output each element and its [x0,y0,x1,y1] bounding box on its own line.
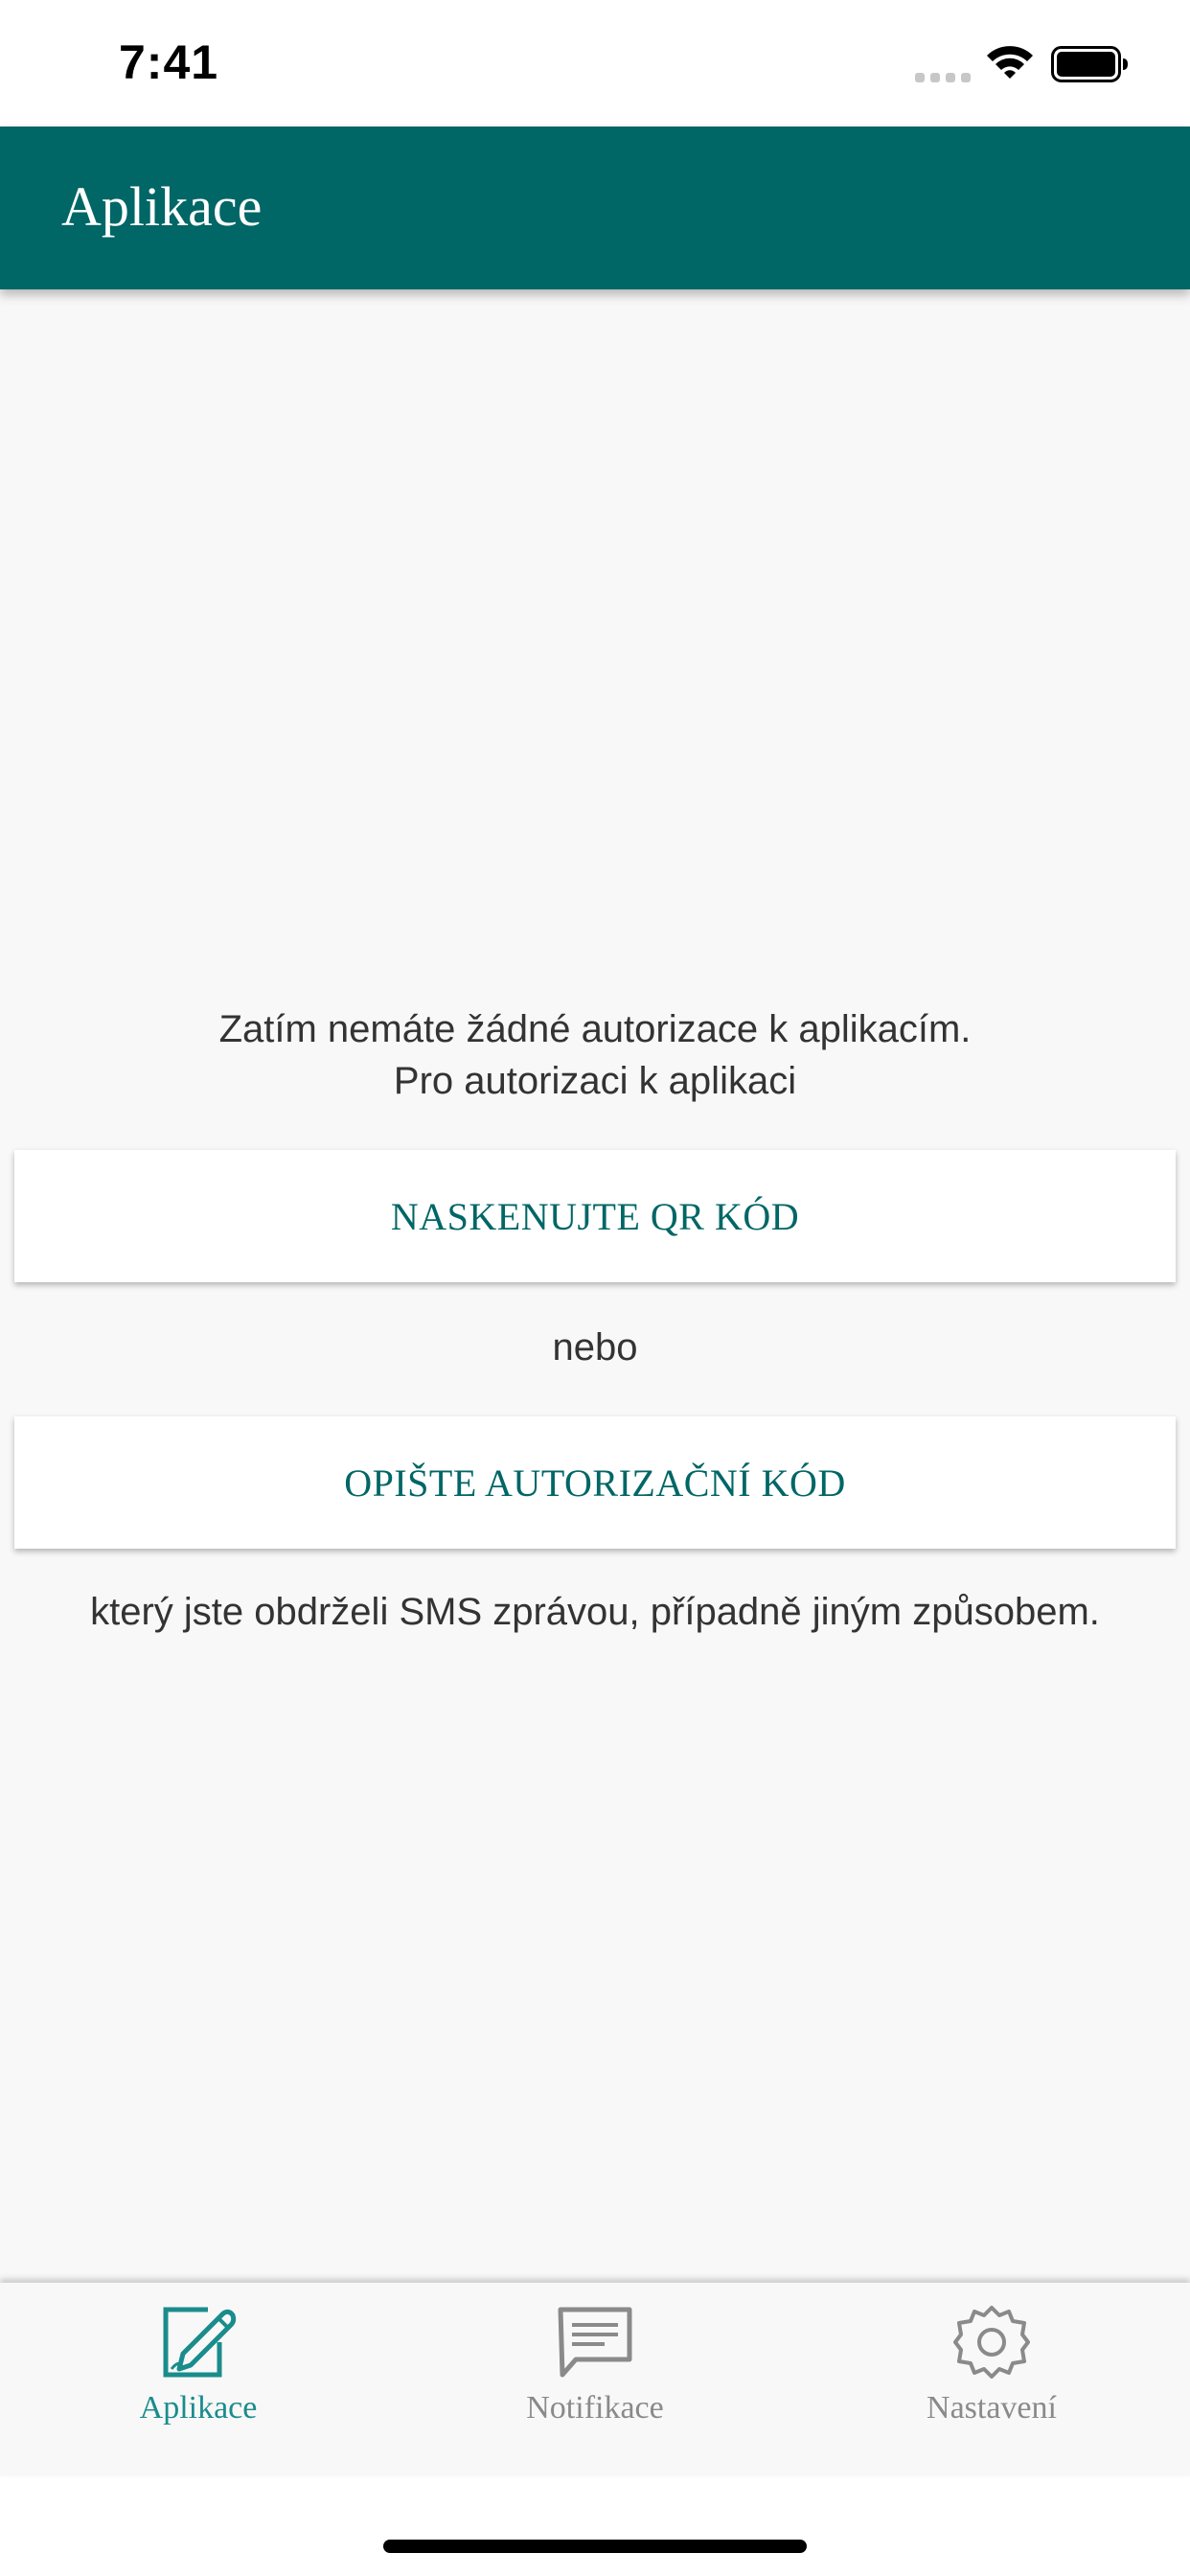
message-icon [558,2307,632,2378]
code-source-hint: který jste obdrželi SMS zprávou, případn… [90,1591,1100,1633]
empty-state-message: Zatím nemáte žádné autorizace k aplikací… [218,1008,972,1050]
home-indicator[interactable] [383,2540,807,2553]
wifi-icon [987,46,1033,79]
cellular-signal-icon [915,73,971,82]
tab-label: Aplikace [139,2390,258,2426]
edit-document-icon [163,2307,237,2378]
tab-notifikace[interactable]: Notifikace [397,2283,793,2476]
main-content: Zatím nemáte žádné autorizace k aplikací… [0,289,1190,2283]
page-title: Aplikace [61,175,263,238]
authorization-instruction: Pro autorizaci k aplikaci [393,1060,797,1102]
tab-label: Notifikace [526,2390,664,2426]
status-bar: 7:41 [0,0,1190,126]
or-separator: nebo [552,1326,638,1368]
tab-aplikace[interactable]: Aplikace [0,2283,397,2476]
tab-bar: Aplikace Notifikace Nastavení [0,2283,1190,2476]
home-indicator-area [0,2476,1190,2576]
battery-icon [1051,46,1128,82]
tab-label: Nastavení [927,2390,1057,2426]
status-time: 7:41 [119,35,219,89]
scan-qr-code-button[interactable]: NASKENUJTE QR KÓD [14,1150,1176,1282]
gear-icon [953,2306,1030,2379]
enter-authorization-code-button[interactable]: OPIŠTE AUTORIZAČNÍ KÓD [14,1416,1176,1549]
tab-nastaveni[interactable]: Nastavení [793,2283,1190,2476]
app-header: Aplikace [0,126,1190,289]
